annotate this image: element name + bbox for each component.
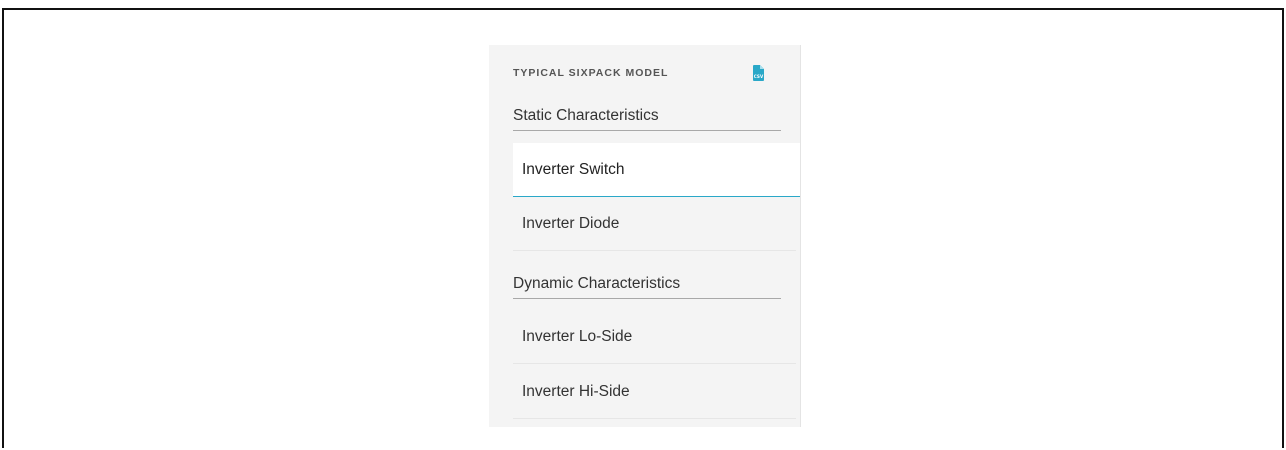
model-panel: TYPICAL SIXPACK MODEL CSV Static Charact… (489, 45, 801, 427)
section-heading-dynamic: Dynamic Characteristics (513, 275, 781, 299)
list-item-inverter-switch[interactable]: Inverter Switch (513, 143, 801, 197)
csv-file-icon[interactable]: CSV (753, 65, 764, 81)
panel-title: TYPICAL SIXPACK MODEL (513, 67, 669, 79)
list-item-inverter-diode[interactable]: Inverter Diode (513, 197, 796, 251)
list-item-inverter-hi-side[interactable]: Inverter Hi-Side (513, 365, 796, 419)
panel-divider (800, 45, 801, 427)
list-item-inverter-lo-side[interactable]: Inverter Lo-Side (513, 310, 796, 364)
svg-text:CSV: CSV (754, 74, 764, 79)
section-heading-static: Static Characteristics (513, 107, 781, 131)
